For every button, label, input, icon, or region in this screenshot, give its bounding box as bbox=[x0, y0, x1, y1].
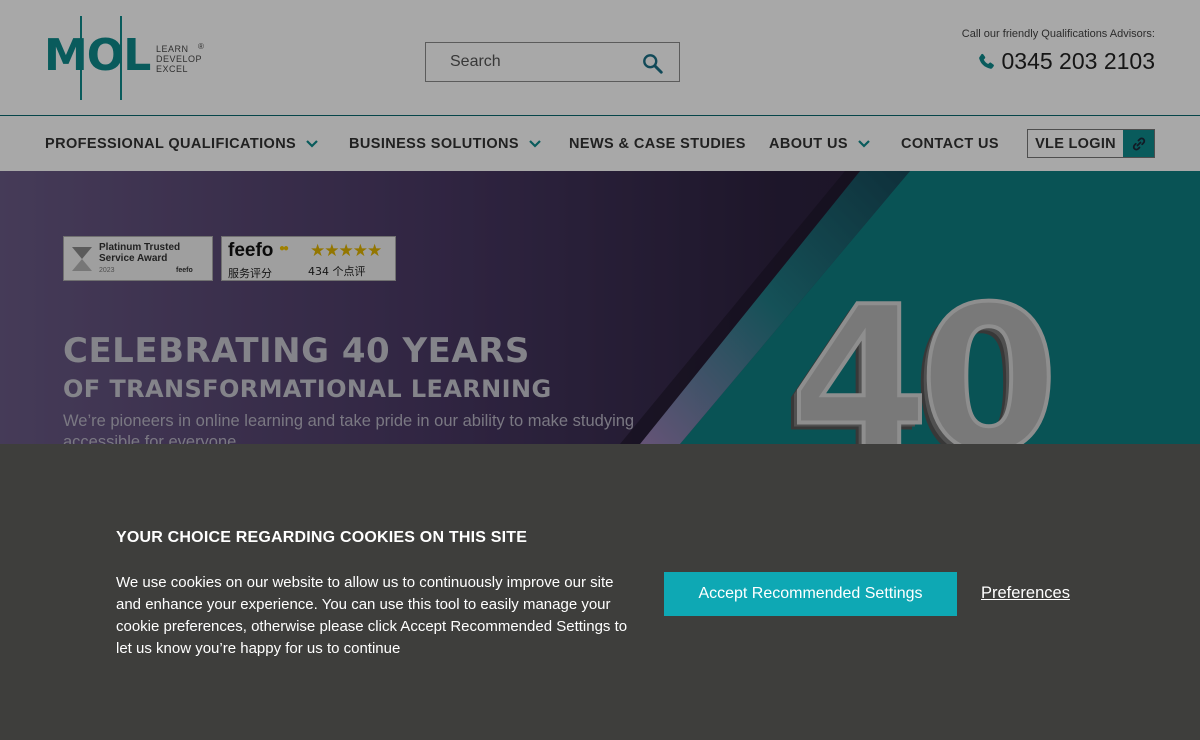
cookie-banner: YOUR CHOICE REGARDING COOKIES ON THIS SI… bbox=[0, 444, 1200, 740]
preferences-link[interactable]: Preferences bbox=[981, 584, 1070, 603]
cookie-title: YOUR CHOICE REGARDING COOKIES ON THIS SI… bbox=[116, 529, 528, 546]
modal-overlay bbox=[0, 0, 1200, 444]
cookie-body-text: We use cookies on our website to allow u… bbox=[116, 574, 628, 657]
accept-recommended-button[interactable]: Accept Recommended Settings bbox=[664, 572, 957, 616]
